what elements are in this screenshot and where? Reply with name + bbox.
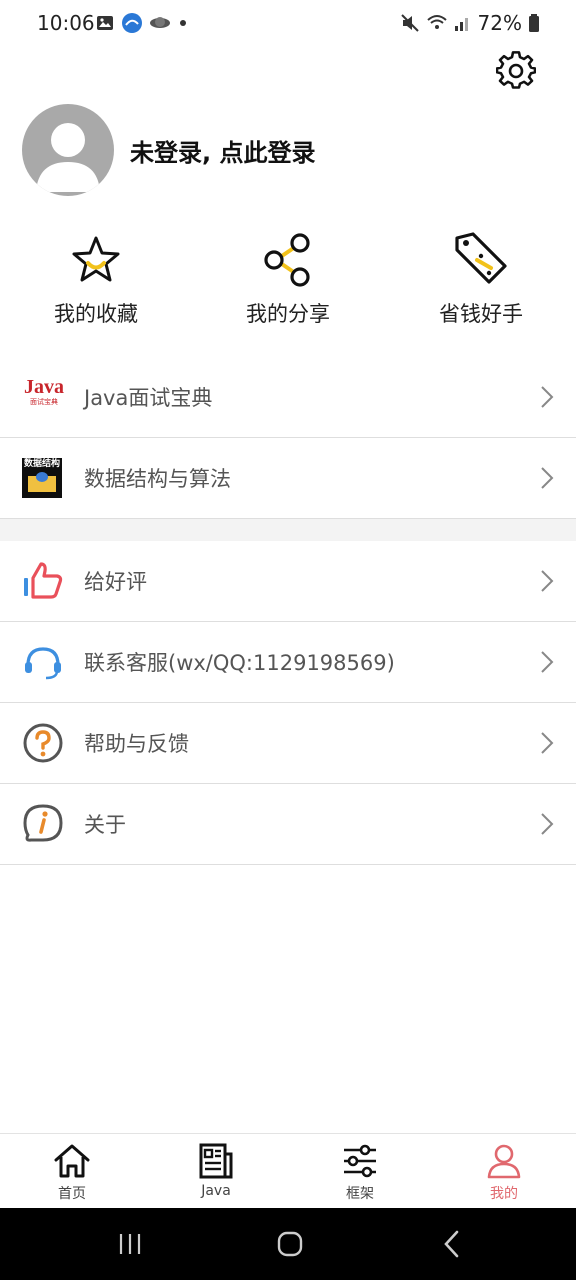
star-icon (72, 236, 120, 282)
thumbs-up-icon (24, 562, 63, 599)
gallery-icon (97, 16, 113, 30)
chevron-right-icon (541, 570, 554, 592)
nav-java[interactable]: Java (144, 1134, 288, 1209)
shortcut-label: 省钱好手 (439, 302, 523, 326)
sliders-icon (344, 1144, 376, 1178)
data-structure-book-icon: 数据结构 (22, 458, 62, 498)
list-item-label: 关于 (84, 813, 126, 837)
help-icon (23, 723, 63, 763)
default-avatar-icon (36, 123, 100, 192)
gear-icon (495, 51, 537, 89)
battery-percent: 72% (477, 11, 522, 35)
list-item-data-structures[interactable]: 数据结构 数据结构与算法 (0, 438, 576, 519)
nav-frameworks[interactable]: 框架 (288, 1134, 432, 1209)
nav-label: 首页 (58, 1186, 86, 1202)
list-item-label: 数据结构与算法 (84, 467, 231, 491)
notification-icons (95, 12, 189, 34)
list-item-java-interview[interactable]: Java 面试宝典 Java面试宝典 (0, 357, 576, 438)
list-item-customer-service[interactable]: 联系客服(wx/QQ:1129198569) (0, 622, 576, 703)
shortcut-favorites[interactable]: 我的收藏 (16, 230, 176, 330)
nav-label: 我的 (490, 1186, 518, 1202)
chevron-right-icon (541, 386, 554, 408)
signal-icon (454, 18, 468, 31)
shortcut-label: 我的收藏 (54, 302, 138, 326)
person-icon (487, 1144, 521, 1179)
headset-icon (25, 647, 61, 680)
info-icon (23, 804, 63, 842)
dot-icon (180, 20, 186, 26)
list-item-label: 给好评 (84, 570, 147, 594)
home-button-icon[interactable] (272, 1226, 308, 1262)
list-item-label: Java面试宝典 (84, 386, 213, 410)
app-badge-icon (122, 13, 142, 33)
wifi-icon (426, 15, 447, 29)
status-bar: 10:06 72% (0, 0, 576, 46)
shortcut-label: 我的分享 (246, 302, 330, 326)
login-prompt[interactable]: 未登录, 点此登录 (130, 133, 315, 168)
study-list: Java 面试宝典 Java面试宝典 数据结构 数据结构与算法 给好评 联系客服… (0, 357, 576, 865)
shortcut-savings[interactable]: 省钱好手 (401, 230, 561, 330)
nav-label: Java (201, 1183, 231, 1199)
chevron-right-icon (541, 651, 554, 673)
share-icon (264, 233, 310, 287)
status-right: 72% (400, 11, 540, 35)
list-item-rate[interactable]: 给好评 (0, 541, 576, 622)
nav-mine[interactable]: 我的 (432, 1134, 576, 1209)
bottom-nav: 首页 Java 框架 我的 (0, 1133, 576, 1208)
status-time: 10:06 (37, 11, 95, 35)
mute-icon (400, 14, 419, 32)
list-item-label: 帮助与反馈 (84, 732, 189, 756)
list-item-about[interactable]: 关于 (0, 784, 576, 865)
chevron-right-icon (541, 813, 554, 835)
chevron-right-icon (541, 467, 554, 489)
back-icon[interactable] (434, 1226, 470, 1262)
shortcut-share[interactable]: 我的分享 (208, 230, 368, 330)
java-book-icon: Java 面试宝典 (24, 376, 64, 406)
list-item-help[interactable]: 帮助与反馈 (0, 703, 576, 784)
recent-apps-icon[interactable] (112, 1226, 148, 1262)
planet-icon (150, 17, 170, 28)
section-divider (0, 519, 576, 541)
news-icon (199, 1143, 233, 1179)
price-tag-icon (455, 232, 507, 284)
nav-label: 框架 (346, 1186, 374, 1202)
list-item-label: 联系客服(wx/QQ:1129198569) (84, 651, 395, 675)
chevron-right-icon (541, 732, 554, 754)
home-icon (54, 1144, 90, 1178)
avatar[interactable] (22, 104, 114, 196)
battery-icon (529, 14, 539, 32)
settings-button[interactable] (495, 51, 537, 91)
nav-home[interactable]: 首页 (0, 1134, 144, 1209)
system-nav-bar (0, 1208, 576, 1280)
